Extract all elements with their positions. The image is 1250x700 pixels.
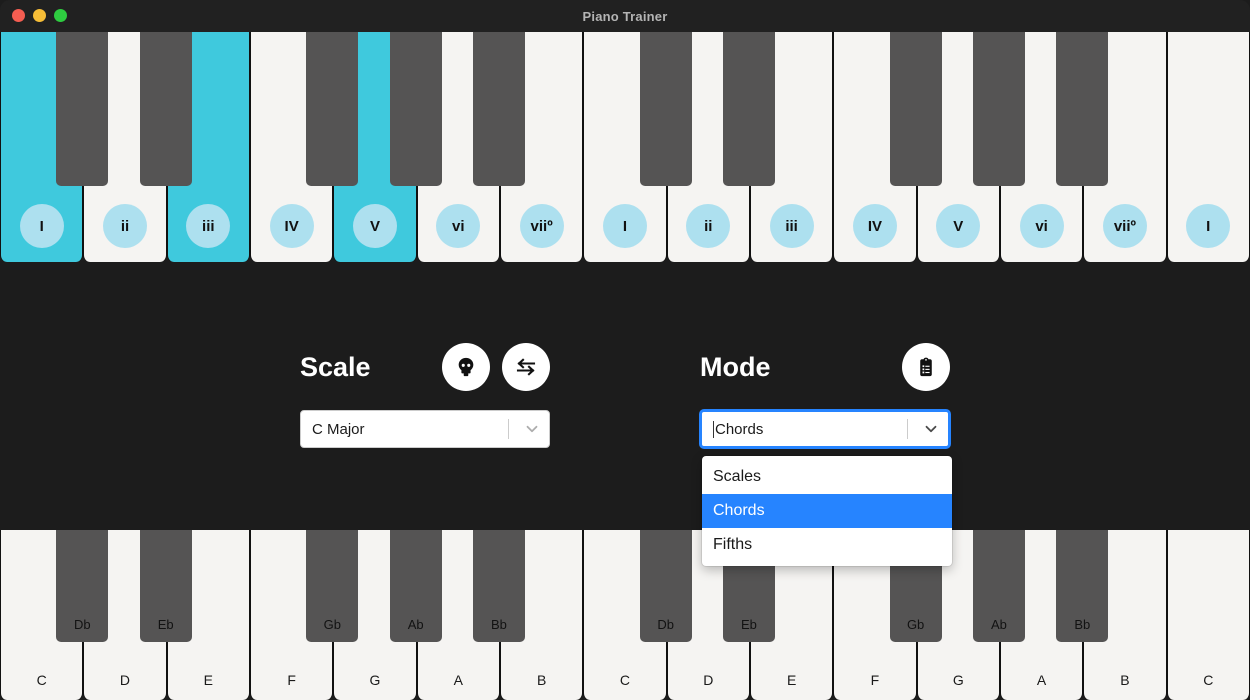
- scale-degree-badge: IV: [852, 204, 897, 248]
- black-key[interactable]: [639, 28, 692, 186]
- scale-select-value: C Major: [312, 420, 365, 438]
- scale-degree-badge: viiº: [519, 204, 564, 248]
- difficulty-skull-button[interactable]: [442, 343, 490, 391]
- scale-degree-key[interactable]: I: [0, 28, 109, 262]
- title-bar: Piano Trainer: [0, 0, 1250, 32]
- black-key[interactable]: [889, 28, 942, 186]
- window-controls: [12, 9, 67, 22]
- scale-degree-badge: vi: [1019, 204, 1064, 248]
- mode-header: Mode: [700, 340, 950, 394]
- scale-degree-badge: V: [352, 204, 397, 248]
- scale-degree-key[interactable]: I: [1166, 28, 1250, 262]
- scale-select[interactable]: C Major: [300, 410, 550, 448]
- note-key[interactable]: C Db: [583, 530, 692, 700]
- scale-degree-badge: iii: [769, 204, 814, 248]
- note-label: G: [369, 672, 381, 688]
- note-label: D: [119, 672, 131, 688]
- practice-log-button[interactable]: [902, 343, 950, 391]
- scale-degree-key[interactable]: I: [583, 28, 692, 262]
- window-title: Piano Trainer: [582, 8, 668, 24]
- mode-dropdown-menu: Scales Chords Fifths: [702, 456, 952, 566]
- black-note-key[interactable]: Ab: [389, 530, 442, 642]
- control-panel: Scale C Major Mode Chords Scales Chords …: [0, 262, 1250, 566]
- mode-option[interactable]: Fifths: [702, 528, 952, 562]
- note-label: C: [619, 672, 631, 688]
- note-key[interactable]: C Db: [0, 530, 109, 700]
- scale-degree-keyboard: Iii iii IV Vvi viiº Iii iii IV Vvi viiº I: [0, 28, 1250, 262]
- black-note-key[interactable]: Db: [639, 530, 692, 642]
- note-name-keyboard: C Db D Eb E F Gb G Ab A Bb B C Db D Eb E F Gb G Ab A Bb B C: [0, 530, 1250, 700]
- scale-degree-badge: iii: [186, 204, 231, 248]
- black-note-key[interactable]: Eb: [139, 530, 192, 642]
- black-key[interactable]: [1056, 28, 1109, 186]
- note-label: F: [870, 672, 880, 688]
- black-note-key[interactable]: Ab: [972, 530, 1025, 642]
- note-key[interactable]: C: [1166, 530, 1250, 700]
- black-note-key[interactable]: Bb: [472, 530, 525, 642]
- note-label: C: [36, 672, 47, 688]
- mode-select-value-text: Chords: [715, 420, 764, 438]
- scale-degree-badge: ii: [686, 204, 731, 248]
- scale-header: Scale: [300, 340, 550, 394]
- note-label: A: [1036, 672, 1047, 688]
- scale-degree-key[interactable]: IV: [249, 28, 359, 262]
- note-key[interactable]: F Gb: [249, 530, 359, 700]
- clipboard-list-icon: [920, 357, 932, 377]
- black-key[interactable]: [139, 28, 192, 186]
- scale-degree-badge: I: [1186, 204, 1231, 248]
- minimize-button[interactable]: [33, 9, 46, 22]
- mode-control-group: Mode Chords Scales Chords Fifths: [700, 340, 952, 566]
- scale-degree-badge: vi: [436, 204, 481, 248]
- black-key[interactable]: [306, 28, 359, 186]
- black-key[interactable]: [389, 28, 442, 186]
- scale-degree-key[interactable]: IV: [833, 28, 942, 262]
- scale-control-group: Scale C Major: [300, 340, 550, 448]
- black-key[interactable]: [972, 28, 1025, 186]
- note-label: C: [1203, 672, 1214, 688]
- skull-icon: [458, 357, 474, 377]
- select-separator: [508, 419, 509, 439]
- black-note-key[interactable]: Db: [56, 530, 109, 642]
- scale-degree-badge: viiº: [1102, 204, 1147, 248]
- black-key[interactable]: [472, 28, 525, 186]
- mode-option[interactable]: Scales: [702, 460, 952, 494]
- select-separator: [907, 419, 908, 439]
- note-label: D: [703, 672, 714, 688]
- note-label: F: [287, 672, 296, 688]
- scale-degree-badge: ii: [102, 204, 147, 248]
- mode-option[interactable]: Chords: [702, 494, 952, 528]
- note-label: B: [1120, 672, 1130, 688]
- chevron-down-icon[interactable]: [517, 420, 547, 438]
- scale-degree-badge: I: [602, 204, 647, 248]
- close-button[interactable]: [12, 9, 25, 22]
- swap-hands-button[interactable]: [502, 343, 550, 391]
- black-key[interactable]: [722, 28, 775, 186]
- scale-degree-badge: V: [936, 204, 981, 248]
- note-label: E: [203, 672, 213, 688]
- mode-select[interactable]: Chords Scales Chords Fifths: [700, 410, 952, 566]
- mode-select-value: Chords: [702, 420, 907, 438]
- black-key[interactable]: [56, 28, 109, 186]
- swap-arrows-icon: [516, 358, 536, 376]
- chevron-down-icon[interactable]: [916, 420, 946, 438]
- note-label: A: [453, 672, 463, 688]
- mode-title: Mode: [700, 351, 771, 382]
- app-window: Piano Trainer Iii iii IV Vvi viiº Iii iii IV Vvi…: [0, 0, 1250, 700]
- black-note-key[interactable]: Gb: [306, 530, 359, 642]
- maximize-button[interactable]: [54, 9, 67, 22]
- note-label: B: [536, 672, 547, 688]
- scale-title: Scale: [300, 351, 371, 382]
- text-cursor: [713, 420, 714, 438]
- controls-row: Scale C Major Mode Chords Scales Chords …: [300, 340, 952, 566]
- note-label: E: [786, 672, 797, 688]
- black-note-key[interactable]: Bb: [1056, 530, 1109, 642]
- note-label: G: [952, 672, 964, 688]
- scale-degree-badge: IV: [269, 204, 314, 248]
- scale-degree-badge: I: [19, 204, 64, 248]
